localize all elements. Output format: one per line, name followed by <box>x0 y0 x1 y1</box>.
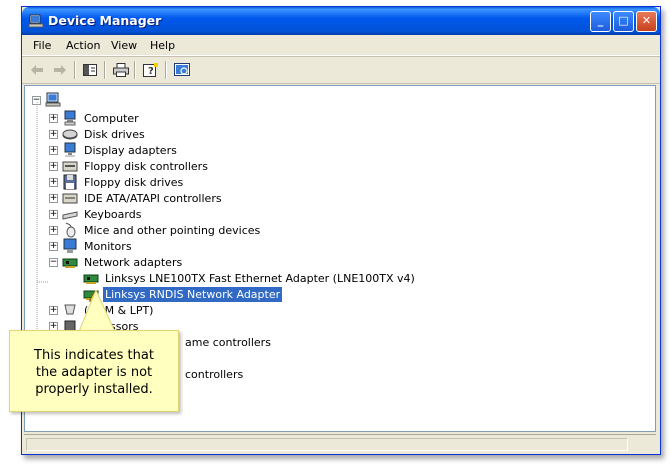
monitor-icon <box>63 238 77 253</box>
tree-item-disk-drives[interactable]: + Disk drives <box>49 126 147 142</box>
svg-text:?: ? <box>148 66 154 77</box>
computer-icon <box>64 110 76 126</box>
tree-item-mice[interactable]: + Mice and other pointing devices <box>49 222 262 238</box>
toolbar-separator <box>134 61 136 79</box>
tree-item-label: ame controllers <box>185 335 271 349</box>
help-icon[interactable]: ? <box>140 60 162 80</box>
expand-toggle[interactable]: + <box>49 177 58 187</box>
status-pane <box>26 438 628 451</box>
tree-item-label: Keyboards <box>84 207 142 221</box>
menu-action[interactable]: Action <box>66 39 100 52</box>
forward-icon[interactable] <box>49 60 71 80</box>
tree-item-label: Floppy disk drives <box>84 175 184 189</box>
collapse-toggle[interactable]: − <box>49 257 58 267</box>
annotation-callout: This indicates that the adapter is not p… <box>9 330 179 412</box>
tree-item-computer[interactable]: + Computer <box>49 110 141 126</box>
tree-item-monitors[interactable]: + Monitors <box>49 238 134 254</box>
tree-item-label: Computer <box>84 111 139 125</box>
expand-toggle[interactable]: + <box>49 145 58 155</box>
tree-item-floppy-drives[interactable]: + Floppy disk drives <box>49 174 185 190</box>
tree-item-label: Network adapters <box>84 255 183 269</box>
menu-file[interactable]: File <box>33 39 51 52</box>
tree-item-label: Linksys LNE100TX Fast Ethernet Adapter (… <box>105 271 415 285</box>
toolbar-separator <box>74 61 76 79</box>
expand-toggle[interactable]: + <box>49 129 58 139</box>
callout-line: This indicates that <box>34 348 154 363</box>
tree-item-label: Display adapters <box>84 143 177 157</box>
toolbar-separator <box>165 61 167 79</box>
scan-hardware-icon[interactable] <box>171 60 193 80</box>
back-icon[interactable] <box>26 60 48 80</box>
maximize-button[interactable]: □ <box>613 11 634 32</box>
tree-item-label: controllers <box>185 367 244 381</box>
network-card-icon <box>83 274 99 284</box>
expand-toggle[interactable]: + <box>49 209 58 219</box>
window-title: Device Manager <box>48 13 162 28</box>
print-icon[interactable] <box>110 60 132 80</box>
callout-line: the adapter is not <box>35 365 153 380</box>
tree-item-label: Monitors <box>84 239 132 253</box>
toolbar: ? <box>22 56 660 84</box>
mouse-icon <box>65 222 76 238</box>
minimize-button[interactable]: _ <box>590 11 611 32</box>
expand-toggle[interactable]: + <box>49 193 58 203</box>
tree-item-game-controllers[interactable]: ame controllers <box>183 334 273 350</box>
menu-bar: File Action View Help <box>22 35 660 56</box>
expand-toggle[interactable]: + <box>49 305 58 315</box>
tree-item-label: Floppy disk controllers <box>84 159 208 173</box>
disk-drive-icon <box>62 129 78 140</box>
tree-item-controllers[interactable]: controllers <box>183 366 245 382</box>
keyboard-icon <box>62 211 78 220</box>
tree-item-label: Disk drives <box>84 127 145 141</box>
tree-item-label-selected: Linksys RNDIS Network Adapter <box>103 286 283 302</box>
close-button[interactable]: ✕ <box>636 11 657 32</box>
tree-item-label: IDE ATA/ATAPI controllers <box>84 191 222 205</box>
status-bar <box>24 434 656 452</box>
expand-toggle[interactable]: + <box>49 241 58 251</box>
device-manager-app-icon <box>28 14 44 28</box>
tree-item-floppy-controllers[interactable]: + Floppy disk controllers <box>49 158 210 174</box>
network-adapter-icon <box>62 258 78 268</box>
properties-pane-icon[interactable] <box>79 60 101 80</box>
display-icon <box>64 142 76 157</box>
tree-item-keyboards[interactable]: + Keyboards <box>49 206 143 222</box>
expand-toggle[interactable]: + <box>49 113 58 123</box>
tree-item-ide-controllers[interactable]: + IDE ATA/ATAPI controllers <box>49 190 224 206</box>
title-bar[interactable]: Device Manager _ □ ✕ <box>22 7 660 35</box>
tree-item-label: Mice and other pointing devices <box>84 223 261 237</box>
floppy-controller-icon <box>62 161 78 172</box>
callout-pointer <box>78 290 118 334</box>
toolbar-separator <box>104 61 106 79</box>
menu-view[interactable]: View <box>111 39 137 52</box>
ide-controller-icon <box>62 193 78 204</box>
expand-toggle[interactable]: + <box>49 161 58 171</box>
callout-line: properly installed. <box>35 382 153 397</box>
tree-item-linksys-lne100tx[interactable]: Linksys LNE100TX Fast Ethernet Adapter (… <box>83 270 417 286</box>
floppy-drive-icon <box>63 174 77 190</box>
port-icon <box>64 304 76 315</box>
expand-toggle[interactable]: + <box>49 225 58 235</box>
menu-help[interactable]: Help <box>150 39 175 52</box>
tree-item-network-adapters[interactable]: − Network adapters <box>49 254 184 270</box>
tree-item-display-adapters[interactable]: + Display adapters <box>49 142 179 158</box>
